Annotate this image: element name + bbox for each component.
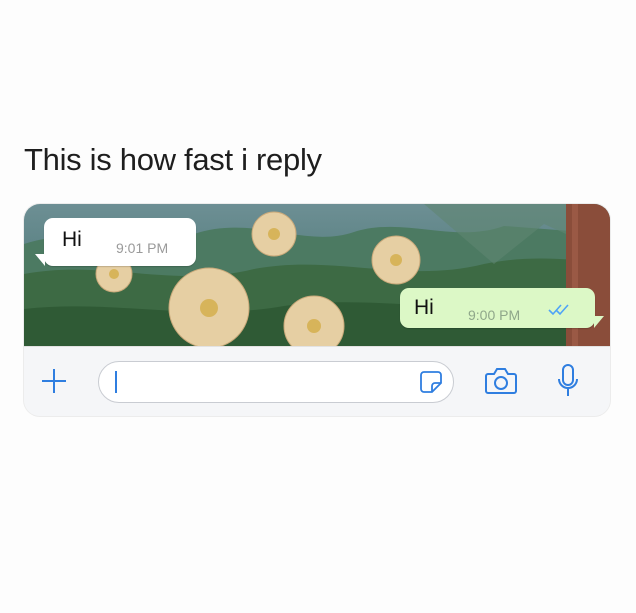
sticker-icon[interactable] [419,370,443,394]
outgoing-message-text: Hi [414,296,434,319]
message-text-input[interactable] [119,368,403,398]
incoming-message-time: 9:01 PM [116,240,169,256]
caption: This is how fast i reply [24,142,322,177]
chat-wallpaper: Hi 9:01 PM Hi 9:00 PM [24,204,610,346]
outgoing-message-bubble[interactable]: Hi 9:00 PM [400,288,604,328]
incoming-message-bubble[interactable]: Hi 9:01 PM [35,218,196,266]
outgoing-message-time: 9:00 PM [468,307,521,323]
incoming-message-text: Hi [62,228,82,251]
microphone-icon[interactable] [556,363,580,404]
text-cursor [115,371,117,393]
double-check-icon [548,304,570,316]
chat-window: Hi 9:01 PM Hi 9:00 PM [24,204,610,416]
message-input[interactable] [98,361,454,403]
plus-icon[interactable] [42,369,66,393]
message-input-bar [24,346,610,416]
camera-icon[interactable] [484,367,518,400]
